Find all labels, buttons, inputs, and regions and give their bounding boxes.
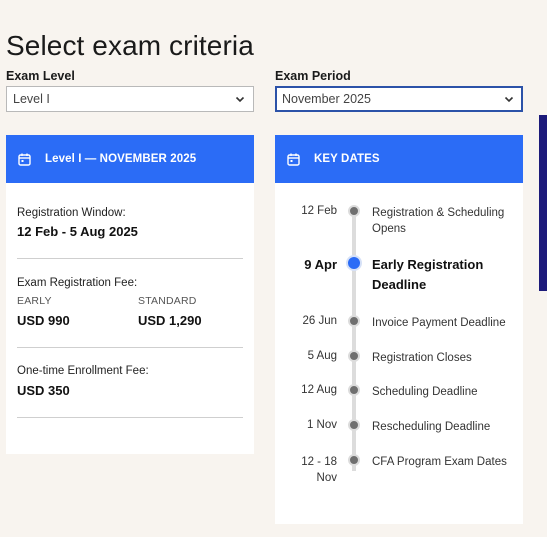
exam-period-value: November 2025 [282,92,371,106]
timeline-date: 9 Apr [304,257,337,272]
exam-period-label: Exam Period [275,69,351,83]
exam-fee-label: Exam Registration Fee: [17,277,138,289]
standard-fee-value: USD 1,290 [138,313,202,328]
exam-summary-card: Level I — NOVEMBER 2025 Registration Win… [6,135,254,454]
timeline-track [352,207,356,471]
enrollment-fee-label: One-time Enrollment Fee: [17,365,149,377]
exam-level-value: Level I [13,92,50,106]
timeline-dot [348,419,360,431]
timeline-dot [348,384,360,396]
calendar-icon [18,153,31,166]
timeline-text: Rescheduling Deadline [372,421,491,433]
enrollment-fee-value: USD 350 [17,383,70,398]
exam-level-select[interactable]: Level I [6,86,254,112]
timeline-dot [348,454,360,466]
chevron-down-icon [235,96,245,103]
timeline-date: 12 - 18 Nov [301,456,337,484]
page-title: Select exam criteria [6,30,254,61]
timeline-text: Scheduling Deadline [372,386,478,398]
exam-period-select[interactable]: November 2025 [275,86,523,112]
timeline-text: Invoice Payment Deadline [372,317,506,329]
key-dates-card: KEY DATES 12 Feb Registration & Scheduli… [275,135,523,524]
exam-level-label: Exam Level [6,69,75,83]
chevron-down-icon [504,96,514,103]
early-fee-label: EARLY [17,295,52,307]
timeline-text: Registration & Scheduling Opens [372,207,505,235]
registration-window-label: Registration Window: [17,207,126,219]
timeline-date: 1 Nov [306,419,337,431]
key-dates-header: KEY DATES [275,135,523,183]
divider [17,258,243,259]
standard-fee-label: STANDARD [138,295,197,307]
timeline-dot-active [346,255,362,271]
summary-card-header: Level I — NOVEMBER 2025 [6,135,254,183]
early-fee-value: USD 990 [17,313,70,328]
summary-card-title: Level I — NOVEMBER 2025 [45,153,197,165]
timeline-date: 26 Jun [302,315,337,327]
calendar-icon [287,153,300,166]
divider [17,417,243,418]
timeline-date: 5 Aug [307,350,337,362]
key-dates-title: KEY DATES [314,153,380,165]
timeline-date: 12 Feb [301,205,337,217]
divider [17,347,243,348]
timeline-text: Registration Closes [372,352,472,364]
timeline-dot [348,205,360,217]
registration-window-value: 12 Feb - 5 Aug 2025 [17,224,138,239]
side-accent-bar [539,115,547,291]
timeline-text: CFA Program Exam Dates [372,456,507,468]
timeline-date: 12 Aug [301,384,337,396]
timeline-dot [348,315,360,327]
key-dates-timeline: 12 Feb Registration & Scheduling Opens 9… [275,183,523,524]
timeline-dot [348,350,360,362]
timeline-text: Early Registration Deadline [372,257,484,292]
